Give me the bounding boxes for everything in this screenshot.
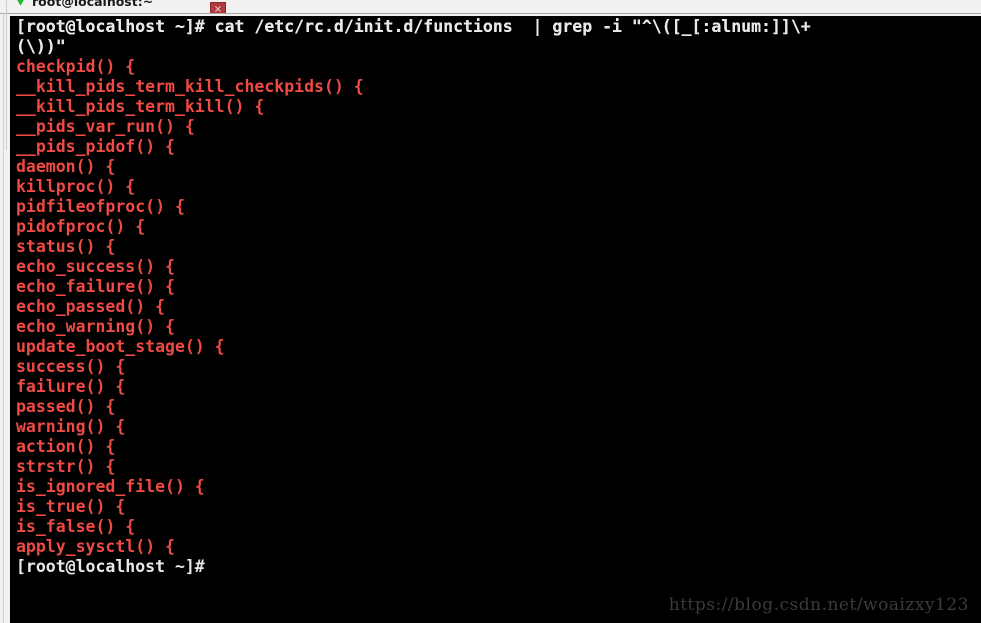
command-line-wrapped-1: [root@localhost ~]# cat /etc/rc.d/init.d… [16, 17, 811, 36]
output-line: __kill_pids_term_kill() { [16, 97, 265, 116]
close-icon[interactable]: × [210, 2, 226, 13]
output-line: echo_passed() { [16, 297, 166, 316]
window-title: root@localhost:~ [32, 0, 154, 9]
output-line: apply_sysctl() { [16, 537, 175, 556]
watermark-text: https://blog.csdn.net/woaizxy123 [668, 595, 969, 615]
terminal-text-buffer: [root@localhost ~]# cat /etc/rc.d/init.d… [16, 17, 981, 577]
output-line: echo_failure() { [16, 277, 175, 296]
output-line: killproc() { [16, 177, 136, 196]
shell-prompt: [root@localhost ~]# [16, 557, 205, 576]
output-line: daemon() { [16, 157, 116, 176]
terminal-output-area[interactable]: [root@localhost ~]# cat /etc/rc.d/init.d… [10, 16, 981, 623]
output-line: is_ignored_file() { [16, 477, 205, 496]
output-line: failure() { [16, 377, 126, 396]
title-bar: root@localhost:~ × [0, 0, 981, 13]
output-line: action() { [16, 437, 116, 456]
output-line: echo_warning() { [16, 317, 175, 336]
output-line: __kill_pids_term_kill_checkpids() { [16, 77, 364, 96]
output-line: success() { [16, 357, 126, 376]
frame-top-divider [0, 13, 981, 14]
output-line: checkpid() { [16, 57, 136, 76]
frame-left-divider-inner [6, 0, 7, 150]
frame-left-divider [3, 13, 4, 623]
command-line-wrapped-2: (\))" [16, 37, 66, 56]
output-line: __pids_var_run() { [16, 117, 195, 136]
output-line: passed() { [16, 397, 116, 416]
output-line: pidofproc() { [16, 217, 146, 236]
title-bar-tab[interactable]: root@localhost:~ [0, 0, 240, 13]
output-line: update_boot_stage() { [16, 337, 225, 356]
output-line: is_true() { [16, 497, 126, 516]
output-line: __pids_pidof() { [16, 137, 175, 156]
output-line: status() { [16, 237, 116, 256]
output-line: pidfileofproc() { [16, 197, 185, 216]
output-line: echo_success() { [16, 257, 175, 276]
output-line: strstr() { [16, 457, 116, 476]
terminal-window-screenshot: root@localhost:~ × [root@localhost ~]# c… [0, 0, 981, 623]
output-line: is_false() { [16, 517, 136, 536]
terminal-green-arrow-icon [17, 0, 24, 6]
output-line: warning() { [16, 417, 126, 436]
